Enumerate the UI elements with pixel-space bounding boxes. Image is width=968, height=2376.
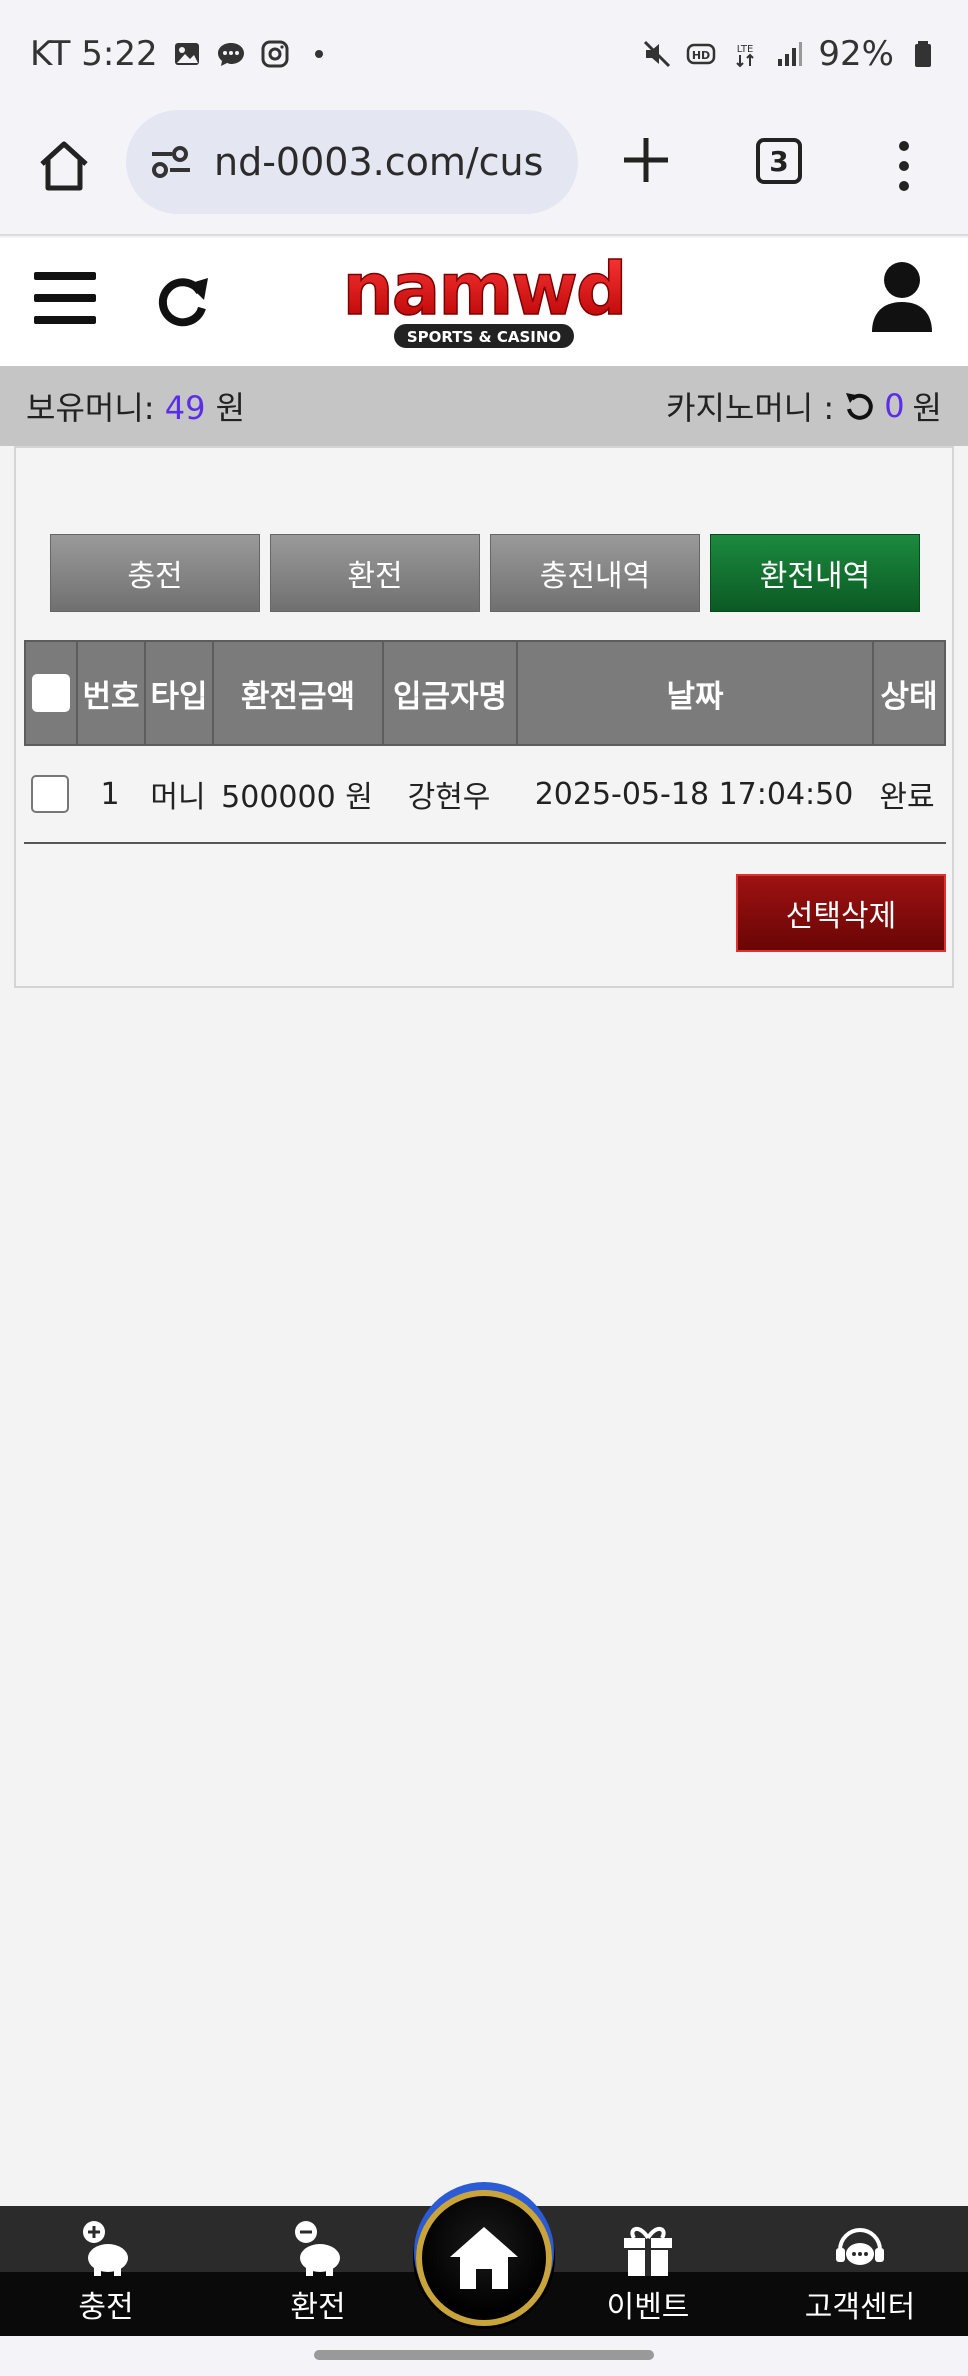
tab-switcher-button[interactable]: 3 — [756, 138, 802, 184]
tab-bar: 충전 환전 충전내역 환전내역 — [50, 534, 920, 612]
nav-charge-label: 충전 — [78, 2290, 134, 2325]
battery-text: 92% — [818, 34, 894, 74]
row-no: 1 — [100, 776, 120, 812]
tab-exchange-history[interactable]: 환전내역 — [710, 534, 920, 612]
signal-icon — [778, 42, 803, 66]
nav-charge[interactable]: 충전 — [36, 2206, 176, 2336]
carrier-time: KT 5:22 — [30, 34, 158, 74]
tab-charge[interactable]: 충전 — [50, 534, 260, 612]
nav-event[interactable]: 이벤트 — [578, 2206, 718, 2336]
svg-text:HD: HD — [692, 49, 710, 62]
home-icon — [450, 2227, 518, 2289]
browser-home-icon[interactable] — [34, 136, 94, 196]
site-settings-icon[interactable] — [148, 142, 194, 182]
row-depositor: 강현우 — [407, 780, 491, 815]
casino-money-value: 0 — [884, 387, 905, 425]
piggy-plus-icon — [83, 2221, 128, 2276]
browser-toolbar: nd-0003.com/cus 3 — [0, 108, 968, 236]
nav-support[interactable]: 고객센터 — [790, 2206, 930, 2336]
piggy-minus-icon — [295, 2221, 340, 2276]
refresh-icon[interactable] — [152, 270, 214, 332]
table-row: 1 머니 500000 원 강현우 2025-05-18 17:04:50 완료 — [24, 746, 946, 844]
nav-event-label: 이벤트 — [606, 2290, 690, 2325]
svg-text:LTE: LTE — [737, 44, 754, 55]
new-tab-icon[interactable] — [616, 130, 676, 190]
gesture-handle[interactable] — [314, 2350, 654, 2360]
headset-chat-icon — [836, 2228, 884, 2265]
gallery-icon — [174, 43, 199, 65]
nav-home-button[interactable] — [416, 2190, 552, 2326]
header-amount: 환전금액 — [214, 642, 384, 744]
row-checkbox[interactable] — [31, 775, 69, 813]
holding-money: 보유머니: 49 원 — [26, 383, 245, 429]
logo-text: namwd — [343, 256, 626, 331]
header-no: 번호 — [78, 642, 146, 744]
select-all-checkbox[interactable] — [32, 674, 70, 712]
lte-icon: LTE — [736, 44, 755, 68]
holding-money-value: 49 — [164, 389, 206, 427]
row-status: 완료 — [879, 780, 935, 815]
site-header: namwd SPORTS & CASINO — [0, 238, 968, 366]
exchange-history-panel: 충전 환전 충전내역 환전내역 번호 타입 환전금액 입금자명 날짜 상태 1 … — [14, 446, 954, 988]
gift-icon — [624, 2227, 672, 2276]
tab-exchange[interactable]: 환전 — [270, 534, 480, 612]
header-depositor: 입금자명 — [384, 642, 518, 744]
casino-money: 카지노머니 : 0 원 — [666, 383, 942, 429]
tab-charge-history[interactable]: 충전내역 — [490, 534, 700, 612]
battery-icon — [915, 41, 931, 67]
row-type: 머니 — [150, 780, 206, 815]
instagram-icon — [261, 40, 289, 68]
row-date: 2025-05-18 17:04:50 — [534, 776, 854, 812]
nav-exchange-label: 환전 — [290, 2290, 346, 2325]
nav-support-label: 고객센터 — [804, 2290, 916, 2325]
site-logo[interactable]: namwd SPORTS & CASINO — [316, 256, 652, 352]
mute-icon — [644, 40, 671, 68]
header-status: 상태 — [880, 678, 938, 715]
user-icon[interactable] — [866, 258, 938, 338]
url-field[interactable]: nd-0003.com/cus — [126, 110, 578, 214]
holding-money-label: 보유머니: — [26, 389, 155, 427]
row-amount: 500000 원 — [221, 780, 373, 815]
money-bar: 보유머니: 49 원 카지노머니 : 0 원 — [0, 366, 968, 446]
casino-money-label: 카지노머니 : — [666, 389, 835, 427]
menu-icon[interactable] — [34, 272, 96, 326]
header-date: 날짜 — [518, 642, 874, 744]
casino-money-unit: 원 — [912, 389, 942, 427]
history-table: 번호 타입 환전금액 입금자명 날짜 상태 1 머니 500000 원 강현우 … — [24, 640, 946, 844]
status-bar: KT 5:22 HD LTE 92% — [0, 0, 968, 108]
url-text: nd-0003.com/cus — [214, 140, 544, 184]
header-select-all-cell — [26, 642, 78, 744]
gesture-area — [0, 2336, 968, 2376]
hd-icon: HD — [687, 43, 716, 65]
dot-icon — [314, 50, 323, 58]
header-type: 타입 — [146, 642, 214, 744]
nav-exchange[interactable]: 환전 — [248, 2206, 388, 2336]
browser-menu-icon[interactable] — [892, 136, 916, 196]
message-icon — [217, 43, 244, 66]
casino-refresh-icon[interactable] — [842, 389, 876, 423]
logo-subtext: SPORTS & CASINO — [407, 328, 561, 346]
row-select-cell — [24, 746, 76, 842]
table-header: 번호 타입 환전금액 입금자명 날짜 상태 — [24, 640, 946, 746]
holding-money-unit: 원 — [215, 389, 246, 427]
delete-selected-button[interactable]: 선택삭제 — [736, 874, 946, 952]
